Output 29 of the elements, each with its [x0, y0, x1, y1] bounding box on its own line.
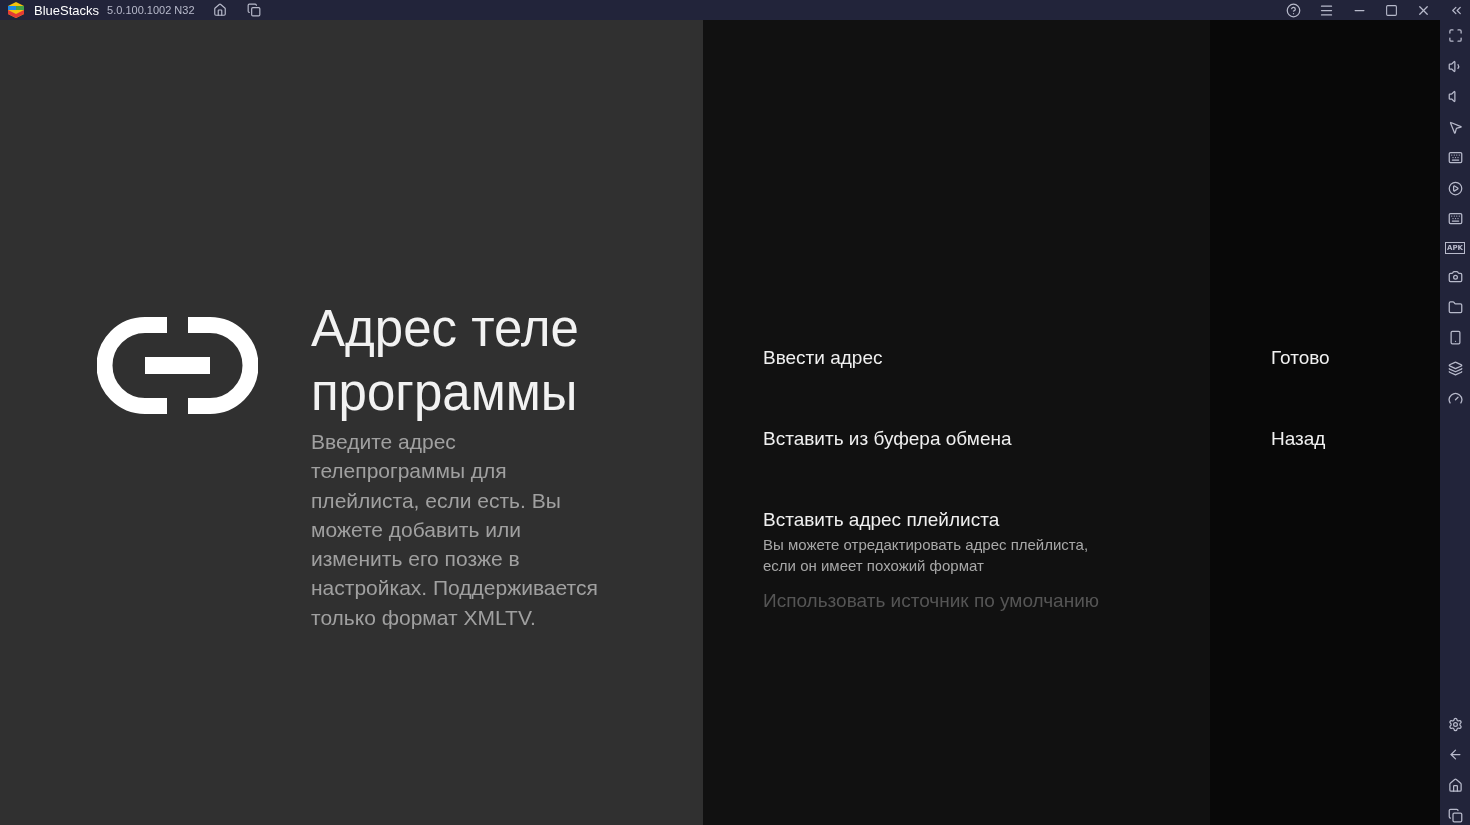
- gauge-icon[interactable]: [1447, 391, 1463, 406]
- action-item[interactable]: Вставить адрес плейлиста Вы можете отредактировать адрес плейлиста, если он имеет похожий формат: [763, 502, 1210, 583]
- action-button[interactable]: Назад: [1271, 421, 1326, 502]
- action-item[interactable]: Вставить из буфера обмена: [763, 421, 1210, 502]
- menu-icon[interactable]: [1319, 2, 1334, 18]
- page-title: Адрес теле программы: [311, 299, 580, 423]
- keyboard-icon[interactable]: [1447, 150, 1463, 165]
- link-icon: [97, 317, 258, 414]
- windows-icon[interactable]: [1447, 808, 1463, 823]
- help-icon[interactable]: [1286, 2, 1301, 18]
- home-icon[interactable]: [212, 3, 227, 17]
- back-icon[interactable]: [1447, 747, 1463, 762]
- play-icon[interactable]: [1447, 180, 1463, 196]
- app-name: BlueStacks: [34, 2, 100, 18]
- home-icon[interactable]: [1447, 777, 1463, 793]
- action-item[interactable]: Ввести адрес: [763, 340, 1210, 421]
- camera-icon[interactable]: [1447, 269, 1463, 284]
- settings-icon[interactable]: [1447, 716, 1463, 732]
- app-version: 5.0.100.1002 N32: [107, 4, 195, 16]
- layers-icon[interactable]: [1447, 360, 1463, 376]
- description: Введите адрес телепрограммы для плейлиста, если есть. Вы можете добавить или изменить его позже в настройках. Поддерживается только формат XMLTV.: [311, 429, 599, 631]
- pointer-icon[interactable]: [1447, 119, 1463, 135]
- folder-icon[interactable]: [1447, 299, 1463, 315]
- fullscreen-icon[interactable]: [1447, 28, 1463, 43]
- phone-icon[interactable]: [1447, 330, 1463, 345]
- action-button[interactable]: Готово: [1271, 340, 1330, 421]
- windows-icon[interactable]: [246, 3, 261, 17]
- maximize-icon[interactable]: [1385, 3, 1398, 17]
- logo-icon: [6, 2, 26, 18]
